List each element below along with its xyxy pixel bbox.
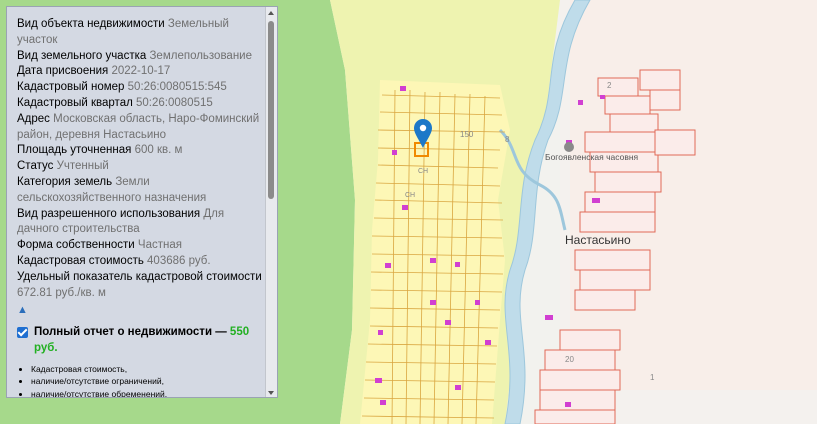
map-label-sn2: СН [405, 192, 415, 199]
property-value: 2022-10-17 [111, 65, 171, 78]
property-label: Площадь уточненная [17, 144, 132, 157]
property-label: Статус [17, 160, 54, 173]
property-row: Кадастровый квартал 50:26:0080515 [17, 96, 265, 112]
map-label-150: 150 [460, 130, 474, 139]
property-row: Дата присвоения 2022-10-17 [17, 64, 265, 80]
property-row: Кадастровая стоимость 403686 руб. [17, 254, 265, 270]
property-label: Вид объекта недвижимости [17, 18, 165, 30]
property-row: Кадастровый номер 50:26:0080515:545 [17, 80, 265, 96]
report-item: наличие/отсутствие ограничений, [31, 375, 265, 388]
map-label-1: 1 [650, 373, 655, 382]
property-value: 672.81 руб./кв. м [17, 286, 106, 299]
report-checkbox[interactable] [17, 327, 28, 339]
property-row: Вид объекта недвижимости Земельный участ… [17, 17, 265, 49]
report-items-list: Кадастровая стоимость,наличие/отсутствие… [17, 363, 265, 397]
property-value: Московская область, Наро-Фоминский район… [17, 112, 260, 141]
scroll-up-icon[interactable] [268, 11, 274, 15]
property-label: Удельный показатель кадастровой стоимост… [17, 270, 262, 283]
map-label-village: Настасьино [565, 233, 631, 247]
report-item: Кадастровая стоимость, [31, 363, 265, 376]
property-row: Площадь уточненная 600 кв. м [17, 143, 265, 159]
property-label: Адрес [17, 112, 50, 125]
property-row: Удельный показатель кадастровой стоимост… [17, 270, 265, 302]
scroll-down-icon[interactable] [268, 391, 274, 395]
property-row: Вид разрешенного использования Для дачно… [17, 207, 265, 239]
scroll-thumb[interactable] [268, 21, 274, 199]
map-label-8: 8 [505, 135, 510, 144]
map-label-sn1: СН [418, 168, 428, 175]
property-row: Форма собственности Частная [17, 238, 265, 254]
panel-scrollbar[interactable] [265, 7, 277, 397]
property-value: 50:26:0080515 [136, 96, 213, 109]
info-panel: Вид объекта недвижимости Земельный участ… [6, 6, 278, 398]
chapel-icon [564, 142, 574, 152]
property-value: Учтенный [56, 160, 109, 173]
collapse-arrow-icon[interactable]: ▲ [17, 303, 265, 319]
full-report-option[interactable]: Полный отчет о недвижимости — 550 руб. [17, 325, 265, 357]
info-panel-content: Вид объекта недвижимости Земельный участ… [17, 17, 265, 397]
property-label: Кадастровый номер [17, 81, 125, 94]
property-value: Частная [137, 239, 182, 252]
report-label: Полный отчет о недвижимости — 550 руб. [34, 325, 265, 357]
property-row: Адрес Московская область, Наро-Фоминский… [17, 112, 265, 144]
report-item: наличие/отсутствие обременений, [31, 388, 265, 397]
property-value: 600 кв. м [134, 144, 183, 157]
property-value: Землепользование [149, 49, 252, 62]
property-label: Кадастровая стоимость [17, 254, 144, 267]
property-label: Кадастровый квартал [17, 96, 133, 109]
property-label: Форма собственности [17, 239, 135, 252]
property-label: Дата присвоения [17, 65, 109, 78]
property-row: Вид земельного участка Землепользование [17, 49, 265, 65]
map-label-20: 20 [565, 355, 574, 364]
property-value: 50:26:0080515:545 [127, 81, 227, 94]
map-label-chapel: Богоявленская часовня [545, 152, 639, 162]
property-row: Категория земель Земли сельскохозяйствен… [17, 175, 265, 207]
report-title: Полный отчет о недвижимости — [34, 326, 227, 339]
property-row: Статус Учтенный [17, 159, 265, 175]
property-label: Вид земельного участка [17, 49, 147, 62]
property-label: Категория земель [17, 175, 113, 188]
map-label-2: 2 [607, 81, 612, 90]
property-value: 403686 руб. [147, 254, 211, 267]
property-label: Вид разрешенного использования [17, 207, 201, 220]
map-label-chapel-text: Богоявленская часовня [545, 152, 639, 162]
property-rows: Вид объекта недвижимости Земельный участ… [17, 17, 265, 301]
